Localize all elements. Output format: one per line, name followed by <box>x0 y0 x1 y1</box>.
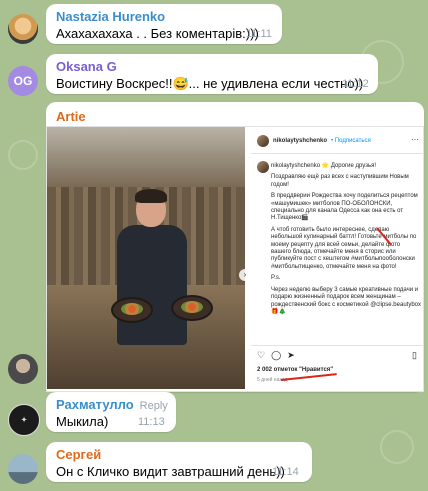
caption-line: В преддверии Рождества хочу поделиться р… <box>271 193 418 222</box>
post-photo: › <box>47 127 251 389</box>
like-icon[interactable]: ♡ <box>257 350 265 361</box>
caption-line: А чтоб готовить было интереснее, сделаю … <box>271 226 417 270</box>
message-text: Мыкила) <box>56 414 109 429</box>
message-time: 11:13 <box>138 416 165 428</box>
avatar[interactable] <box>8 354 38 384</box>
instagram-post-panel: nikolaytyshchenko • Подписаться ··· niko… <box>251 127 423 391</box>
carousel-next-icon[interactable]: › <box>239 269 251 281</box>
plate-left <box>111 297 153 323</box>
caption-line: nikolaytyshchenko 🌟 Дорогие друзья! <box>271 163 377 169</box>
post-actions: ♡ ◯ ➤ <box>257 350 295 361</box>
avatar-initials: OG <box>13 74 33 88</box>
sender-name[interactable]: Artie <box>56 109 86 124</box>
message-text: Он с Кличко видит завтрашний день)) <box>56 464 285 479</box>
likes-count: 2 002 отметок "Нравится" <box>257 367 334 373</box>
red-arrow-annotation <box>280 373 337 381</box>
post-username[interactable]: nikolaytyshchenko <box>273 138 327 144</box>
message-text: Ахахахахаха . . Без коментарів:))) <box>56 26 259 41</box>
more-options-icon[interactable]: ··· <box>411 135 419 144</box>
post-header: nikolaytyshchenko • Подписаться <box>257 135 371 147</box>
sender-name[interactable]: Рахматулло Reply <box>56 397 168 412</box>
caption-line: P.s. <box>271 275 281 282</box>
message-time: 11:14 <box>272 466 299 478</box>
avatar[interactable]: ✦ <box>8 404 40 436</box>
avatar[interactable]: OG <box>8 66 38 96</box>
message-bubble: Nastazia Hurenko Ахахахахаха . . Без ком… <box>46 4 282 44</box>
avatar[interactable] <box>8 454 38 484</box>
message-bubble: Рахматулло Reply Мыкила) 11:13 <box>46 392 176 432</box>
message-bubble: Oksana G Воистину Воскрес!!😅... не удивл… <box>46 54 378 94</box>
post-caption: nikolaytyshchenko 🌟 Дорогие друзья! Позд… <box>271 163 421 320</box>
background-doodle <box>8 140 38 170</box>
avatar[interactable] <box>257 135 269 147</box>
message-time: 11:11 <box>246 28 272 40</box>
reply-label[interactable]: Reply <box>140 400 168 412</box>
avatar[interactable] <box>257 161 269 173</box>
share-icon[interactable]: ➤ <box>287 350 295 361</box>
avatar[interactable] <box>8 14 38 44</box>
background-doodle <box>380 430 414 464</box>
message-bubble-with-image: Artie › nikolaytyshchenko • Подписаться … <box>46 102 424 392</box>
sender-name[interactable]: Сергей <box>56 447 101 462</box>
message-text: Воистину Воскрес!!😅... не удивлена если … <box>56 76 364 91</box>
sender-name[interactable]: Oksana G <box>56 59 117 74</box>
follow-link[interactable]: • Подписаться <box>331 138 371 144</box>
caption-line: Через неделю выберу 3 самые креативные п… <box>271 286 421 315</box>
caption-line: Поздравляю ещё раз всех с наступившим Но… <box>271 174 409 188</box>
sender-name-text[interactable]: Рахматулло <box>56 397 134 412</box>
message-bubble: Сергей Он с Кличко видит завтрашний день… <box>46 442 312 482</box>
message-time: 11:12 <box>342 78 369 90</box>
bookmark-icon[interactable]: ▯ <box>412 350 417 361</box>
sender-name[interactable]: Nastazia Hurenko <box>56 9 165 24</box>
plate-right <box>171 295 213 321</box>
attached-screenshot[interactable]: › nikolaytyshchenko • Подписаться ··· ni… <box>46 126 424 392</box>
comment-icon[interactable]: ◯ <box>271 350 281 361</box>
